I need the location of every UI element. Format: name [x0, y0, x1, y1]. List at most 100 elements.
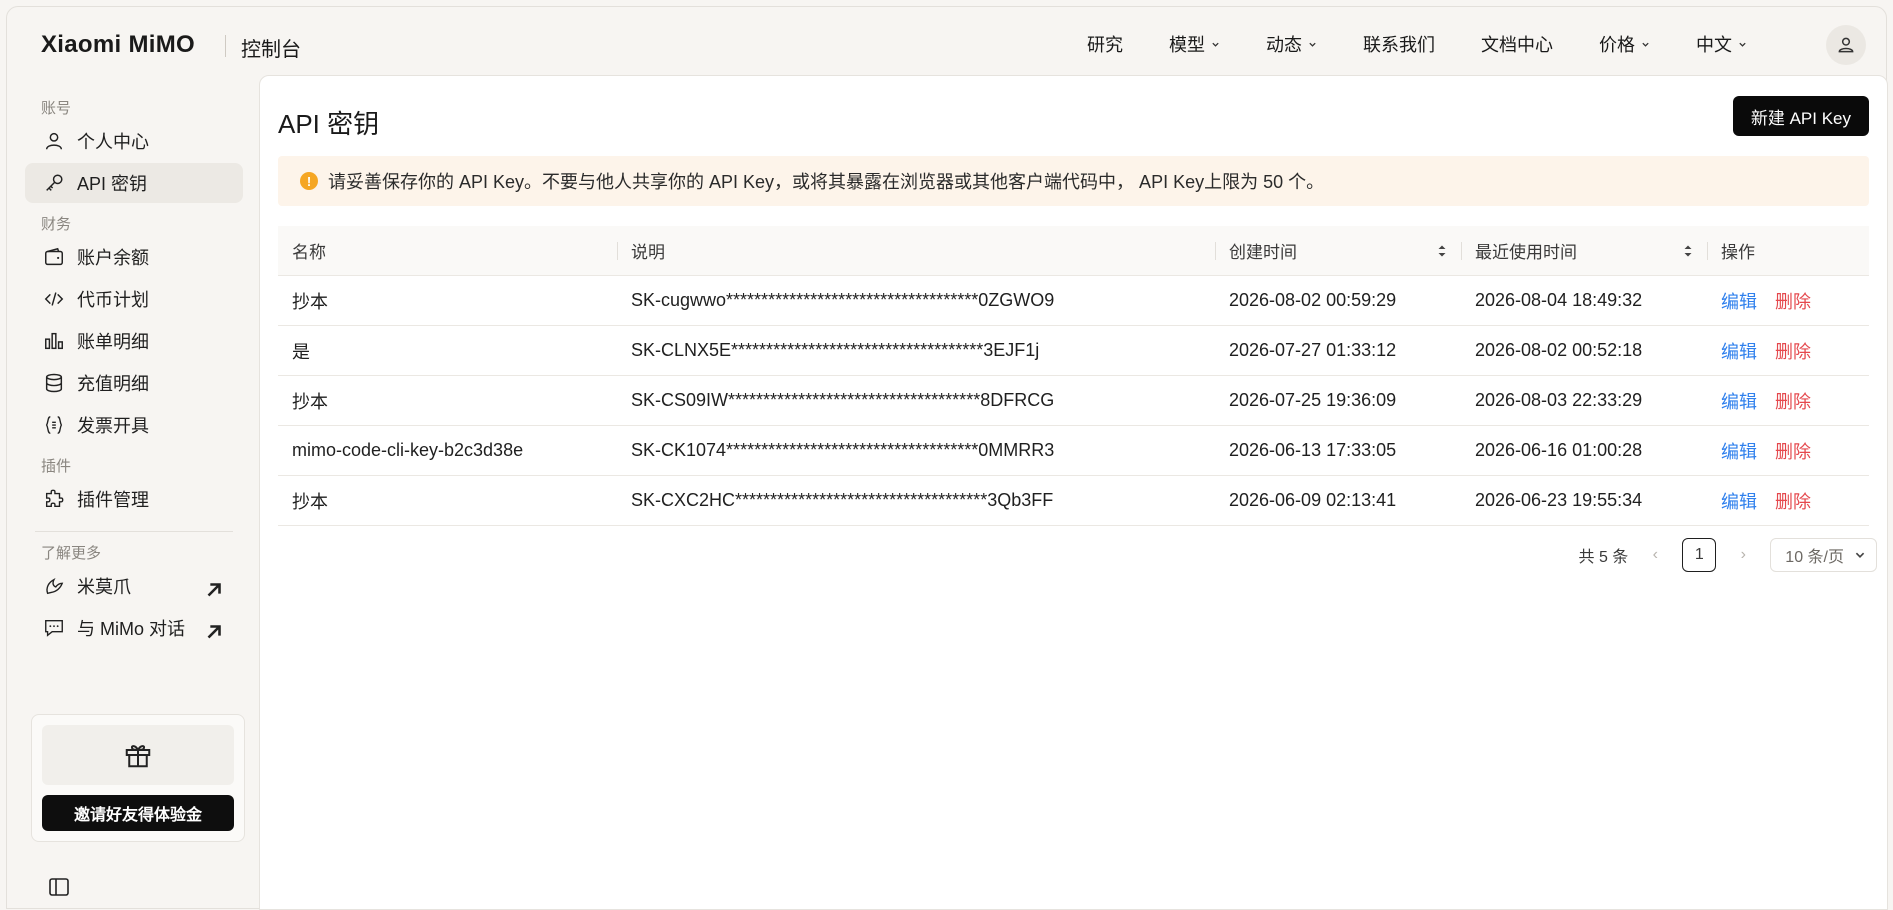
nav-models[interactable]: 模型: [1146, 31, 1243, 57]
page-size-select[interactable]: 10 条/页: [1770, 538, 1877, 572]
prev-page-icon[interactable]: ‹: [1642, 546, 1668, 564]
key-created: 2026-08-02 00:59:29: [1229, 290, 1397, 310]
new-api-key-button[interactable]: 新建 API Key: [1732, 96, 1869, 136]
sidebar-item-plugin-management[interactable]: 插件管理: [25, 479, 243, 519]
table-row: 是 SK-CLNX5E*****************************…: [278, 326, 1869, 376]
sidebar-collapse-icon[interactable]: [47, 875, 71, 899]
sidebar-item-mimoclaw[interactable]: 米莫爪: [25, 566, 243, 606]
chevron-down-icon: [1739, 42, 1746, 47]
alert-text: 请妥善保存你的 API Key。不要与他人共享你的 API Key，或将其暴露在…: [328, 172, 1325, 192]
sidebar-item-profile[interactable]: 个人中心: [25, 121, 243, 161]
key-last-used: 2026-06-23 19:55:34: [1475, 490, 1643, 510]
sidebar-item-balance[interactable]: 账户余额: [25, 237, 243, 277]
nav-docs[interactable]: 文档中心: [1458, 31, 1576, 57]
claw-icon: [46, 578, 64, 595]
user-icon: [1838, 37, 1854, 53]
key-last-used: 2026-06-16 01:00:28: [1475, 440, 1643, 460]
braces-icon: [45, 416, 63, 434]
key-masked: SK-CK1074*******************************…: [631, 440, 1055, 460]
key-created: 2026-06-13 17:33:05: [1229, 440, 1397, 460]
delete-link[interactable]: 删除: [1775, 438, 1811, 464]
chevron-down-icon: [1642, 42, 1649, 47]
user-icon: [45, 132, 63, 150]
nav-language[interactable]: 中文: [1673, 31, 1770, 57]
delete-link[interactable]: 删除: [1775, 338, 1811, 364]
key-masked: SK-CXC2HC*******************************…: [631, 490, 1054, 510]
page-title: API 密钥: [278, 109, 380, 139]
col-header-ops: 操作: [1707, 226, 1869, 275]
bar-chart-icon: [45, 332, 63, 350]
external-link-icon: [207, 625, 221, 639]
delete-link[interactable]: 删除: [1775, 488, 1811, 514]
sidebar-divider: [35, 531, 233, 532]
logo-divider: [225, 35, 226, 57]
top-nav: 研究 模型 动态 联系我们 文档中心 价格 中文: [1064, 31, 1770, 57]
row-actions: 编辑 删除: [1707, 426, 1869, 475]
user-avatar[interactable]: [1826, 25, 1866, 65]
delete-link[interactable]: 删除: [1775, 288, 1811, 314]
sidebar-item-invoice[interactable]: 发票开具: [25, 405, 243, 445]
warning-alert: ! 请妥善保存你的 API Key。不要与他人共享你的 API Key，或将其暴…: [278, 156, 1869, 206]
sidebar-item-token-plan[interactable]: 代币计划: [25, 279, 243, 319]
key-name: 抄本: [292, 291, 328, 312]
sidebar: 账号 个人中心 API 密钥 财务 账户余额 代币计划 账单明细 充值明细 发票…: [25, 87, 245, 910]
sidebar-group-account: 账号: [41, 100, 72, 117]
wallet-icon: [45, 247, 63, 266]
next-page-icon[interactable]: ›: [1730, 546, 1756, 564]
nav-pricing[interactable]: 价格: [1576, 31, 1673, 57]
col-header-desc: 说明: [617, 226, 1215, 275]
sidebar-item-chat-with-mimo[interactable]: 与 MiMo 对话: [25, 608, 243, 648]
pagination-total: 共 5 条: [1578, 549, 1629, 566]
code-icon: [44, 292, 64, 306]
top-header: Xiaomi MiMO 控制台 研究 模型 动态 联系我们 文档中心 价格 中文: [7, 7, 1886, 79]
edit-link[interactable]: 编辑: [1721, 288, 1757, 314]
sidebar-item-api-keys[interactable]: API 密钥: [25, 163, 243, 203]
key-name: 是: [292, 341, 310, 362]
col-header-last-used[interactable]: 最近使用时间: [1461, 226, 1707, 275]
sidebar-item-bills[interactable]: 账单明细: [25, 321, 243, 361]
pagination: 共 5 条 ‹ 1 › 10 条/页: [1578, 538, 1877, 572]
invite-friends-button[interactable]: 邀请好友得体验金: [42, 795, 234, 831]
nav-news[interactable]: 动态: [1243, 31, 1340, 57]
key-name: 抄本: [292, 391, 328, 412]
app-frame: Xiaomi MiMO 控制台 研究 模型 动态 联系我们 文档中心 价格 中文…: [6, 6, 1888, 910]
key-last-used: 2026-08-03 22:33:29: [1475, 390, 1643, 410]
chevron-down-icon: [1212, 42, 1219, 47]
key-created: 2026-07-27 01:33:12: [1229, 340, 1397, 360]
invite-card: 邀请好友得体验金: [31, 714, 245, 842]
edit-link[interactable]: 编辑: [1721, 338, 1757, 364]
sidebar-item-recharge[interactable]: 充值明细: [25, 363, 243, 403]
key-created: 2026-06-09 02:13:41: [1229, 490, 1397, 510]
edit-link[interactable]: 编辑: [1721, 488, 1757, 514]
gift-icon: [125, 745, 151, 768]
sort-icon[interactable]: [1437, 243, 1447, 259]
page-number-current[interactable]: 1: [1682, 538, 1717, 572]
col-header-created[interactable]: 创建时间: [1215, 226, 1461, 275]
sidebar-group-plugins: 插件: [41, 458, 72, 475]
chat-icon: [45, 619, 63, 637]
external-link-icon: [207, 583, 221, 597]
table-header: 名称 说明 创建时间 最近使用时间 操作: [278, 226, 1869, 276]
console-label[interactable]: 控制台: [241, 33, 301, 62]
delete-link[interactable]: 删除: [1775, 388, 1811, 414]
key-last-used: 2026-08-04 18:49:32: [1475, 290, 1643, 310]
edit-link[interactable]: 编辑: [1721, 438, 1757, 464]
puzzle-icon: [45, 489, 64, 508]
table-row: 抄本 SK-CS09IW****************************…: [278, 376, 1869, 426]
key-masked: SK-CS09IW*******************************…: [631, 390, 1055, 410]
row-actions: 编辑 删除: [1707, 326, 1869, 375]
row-actions: 编辑 删除: [1707, 276, 1869, 325]
sidebar-group-finance: 财务: [41, 216, 72, 233]
edit-link[interactable]: 编辑: [1721, 388, 1757, 414]
sidebar-group-more: 了解更多: [41, 545, 102, 562]
key-masked: SK-cugwwo*******************************…: [631, 290, 1055, 310]
brand-logo[interactable]: Xiaomi MiMO: [41, 31, 195, 59]
key-icon: [46, 174, 63, 191]
chevron-down-icon: [1309, 42, 1316, 47]
nav-contact[interactable]: 联系我们: [1340, 31, 1458, 57]
row-actions: 编辑 删除: [1707, 376, 1869, 425]
col-header-name: 名称: [292, 243, 326, 262]
warning-icon: !: [300, 172, 318, 190]
nav-research[interactable]: 研究: [1064, 31, 1146, 57]
sort-icon[interactable]: [1683, 243, 1693, 259]
